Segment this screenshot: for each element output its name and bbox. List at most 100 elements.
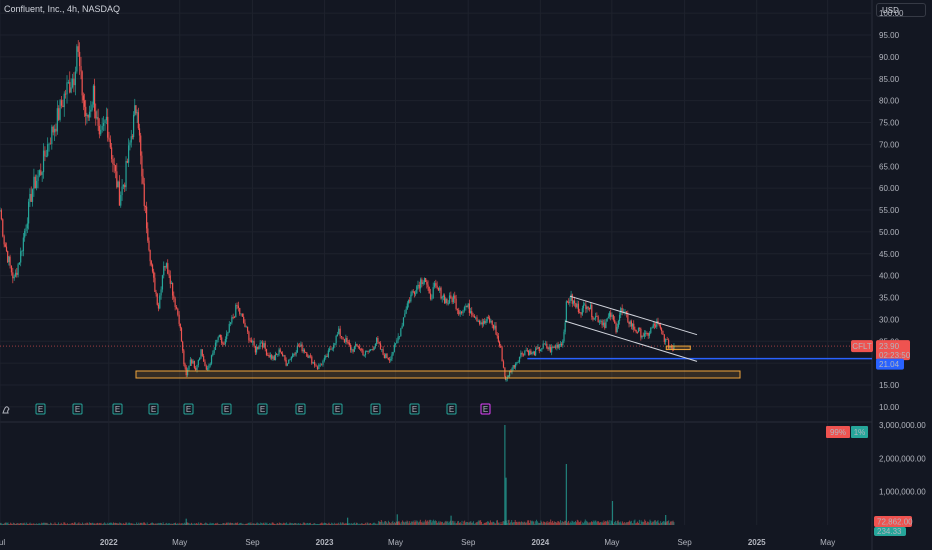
volume-bar: [21, 523, 23, 525]
volume-value2: 234.33: [877, 527, 902, 536]
candle-body: [486, 316, 488, 322]
candle-body: [80, 66, 82, 72]
volume-bar: [295, 523, 297, 525]
volume-bar: [335, 523, 337, 525]
sentiment-sell: 99%: [830, 428, 846, 437]
volume-bar: [377, 523, 379, 525]
volume-bar: [321, 522, 323, 525]
time-axis[interactable]: Jul 2022 May Sep 2023 May Sep 2024 May Sep 2025 May: [0, 538, 835, 547]
volume-bar: [357, 524, 359, 525]
candle-body: [407, 300, 410, 304]
candle-body: [321, 364, 323, 366]
volume-bar: [281, 524, 283, 525]
volume-bar: [643, 522, 645, 525]
volume-bar: [337, 523, 339, 525]
volume-bar: [82, 523, 84, 525]
candle-body: [17, 264, 19, 275]
volume-bar: [547, 522, 549, 525]
volume-bar: [294, 523, 296, 525]
volume-bar: [359, 524, 361, 525]
volume-bar: [410, 521, 412, 525]
price-chart[interactable]: 10.0015.0020.0025.0030.0035.0040.0045.00…: [0, 0, 932, 550]
candle-body: [268, 355, 270, 358]
volume-bar: [118, 523, 120, 525]
earnings-label: E: [115, 405, 120, 414]
candle-body: [192, 360, 194, 364]
candle-body: [629, 321, 631, 325]
volume-bar: [234, 522, 236, 525]
drawing-overlays[interactable]: [0, 295, 872, 379]
volume-bar: [371, 523, 373, 525]
price-tick-label: 80.00: [879, 97, 900, 106]
volume-bar: [385, 521, 387, 525]
volume-bar: [138, 523, 140, 525]
volume-bar: [645, 520, 647, 525]
volume-bar: [559, 520, 561, 525]
volume-bar: [10, 522, 12, 525]
candle-body: [471, 311, 473, 315]
volume-bar: [168, 523, 170, 525]
candle-body: [59, 100, 61, 120]
volume-bar: [614, 522, 616, 525]
candle-body: [140, 135, 142, 156]
volume-bar: [307, 522, 309, 525]
candle-body: [277, 354, 279, 356]
candle-body: [228, 323, 230, 333]
volume-bar: [222, 523, 224, 525]
volume-bar: [374, 523, 376, 525]
volume-bar: [69, 523, 71, 525]
volume-bar: [87, 522, 89, 525]
volume-bar: [373, 522, 375, 525]
volume-bar: [292, 523, 294, 525]
candle-body: [150, 261, 152, 265]
volume-bar: [546, 521, 548, 525]
volume-bar: [510, 521, 512, 525]
volume-bar: [514, 520, 516, 525]
volume-bar: [436, 522, 438, 525]
volume-bar: [14, 523, 16, 525]
volume-axis[interactable]: 1,000,000.00 2,000,000.00 3,000,000.00: [879, 421, 926, 497]
volume-bar: [107, 524, 109, 525]
volume-bar: [363, 524, 365, 525]
candle-body: [124, 184, 126, 188]
candle-body: [635, 329, 637, 332]
volume-bar: [498, 522, 500, 525]
volume-bar: [111, 522, 113, 525]
candle-body: [14, 272, 17, 277]
volume-bar: [434, 521, 436, 525]
time-tick-label: 2023: [316, 538, 334, 547]
volume-bar: [370, 523, 372, 525]
volume-bar: [195, 523, 197, 525]
volume-bar: [609, 523, 611, 525]
volume-bar: [85, 523, 87, 525]
candle-body: [280, 352, 283, 354]
chart-title[interactable]: Confluent, Inc., 4h, NASDAQ: [4, 4, 120, 14]
volume-bar: [561, 521, 563, 525]
ticker-badge: CFLT: [852, 342, 872, 351]
volume-bar: [517, 522, 519, 525]
volume-bar: [217, 523, 219, 525]
volume-bar: [508, 519, 510, 525]
target-zone-box: [665, 345, 691, 351]
volume-bar: [43, 522, 45, 525]
volume-bar: [271, 522, 273, 525]
currency-button[interactable]: USD: [876, 3, 926, 17]
candle-body: [208, 365, 210, 369]
volume-bar: [627, 522, 629, 525]
volume-bar: [602, 522, 604, 525]
candle-body: [554, 346, 557, 348]
earnings-events[interactable]: EEEEEEEEEEEEE: [2, 403, 491, 415]
volume-bar: [189, 523, 191, 525]
candle-body: [118, 181, 121, 206]
volume-bar: [363, 524, 365, 525]
candle-body: [373, 347, 375, 350]
volume-bar: [8, 523, 10, 525]
volume-bar: [136, 522, 138, 525]
volume-bar: [56, 524, 58, 525]
candle-body: [633, 323, 635, 330]
volume-bar: [580, 520, 582, 525]
volume-bar: [9, 524, 11, 525]
candle-body: [319, 364, 321, 366]
candle-body: [402, 317, 405, 326]
candle-body: [417, 284, 419, 287]
